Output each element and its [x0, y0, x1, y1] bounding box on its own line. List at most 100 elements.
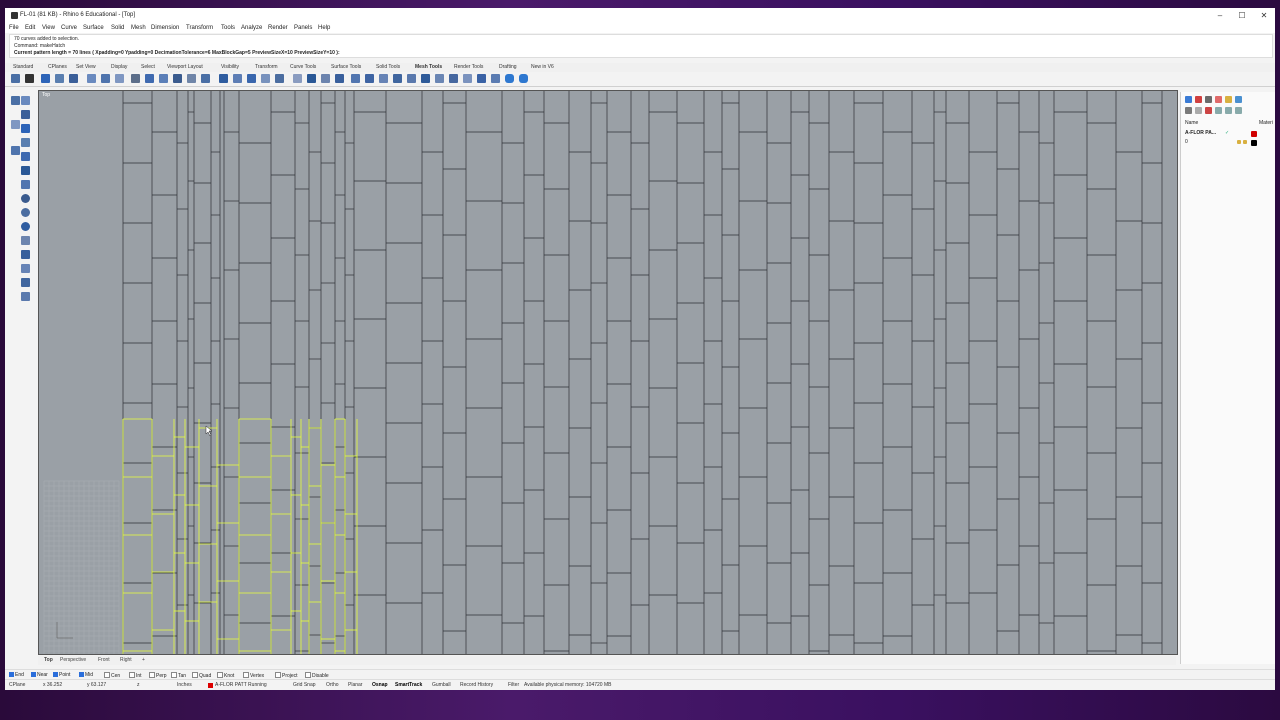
tab-viewport-layout[interactable]: Viewport Layout [167, 64, 203, 70]
light-icon[interactable] [307, 74, 316, 83]
viewport-tab-perspective[interactable]: Perspective [60, 657, 86, 663]
new-layer-icon[interactable] [1185, 107, 1192, 114]
tool-icon[interactable] [365, 74, 374, 83]
osnap-toggle[interactable]: Osnap [372, 682, 388, 688]
tab-drafting[interactable]: Drafting [499, 64, 517, 70]
menu-render[interactable]: Render [268, 25, 288, 31]
maximize-button[interactable]: ☐ [1236, 11, 1248, 21]
checkbox-icon[interactable] [9, 672, 14, 677]
dimension-icon[interactable] [21, 264, 30, 273]
torus-icon[interactable] [21, 222, 30, 231]
folder-icon[interactable] [1225, 96, 1232, 103]
move-up-icon[interactable] [1215, 107, 1222, 114]
gumball-toggle[interactable]: Gumball [432, 682, 451, 688]
menu-dimension[interactable]: Dimension [151, 25, 179, 31]
line-icon[interactable] [21, 96, 30, 105]
zoom-extents-icon[interactable] [187, 74, 196, 83]
current-layer-name[interactable]: A-FLOR PA... [1185, 130, 1216, 136]
default-layer-name[interactable]: 0 [1185, 139, 1188, 145]
viewport-tab-right[interactable]: Right [120, 657, 132, 663]
osnap-int[interactable]: Int [129, 672, 142, 679]
smarttrack-toggle[interactable]: SmartTrack [395, 682, 422, 688]
cylinder-icon[interactable] [21, 208, 30, 217]
curve-icon[interactable] [11, 146, 20, 155]
material-tab-icon[interactable] [1215, 96, 1222, 103]
checkbox-icon[interactable] [104, 672, 110, 678]
checkbox-icon[interactable] [53, 672, 58, 677]
menu-curve[interactable]: Curve [61, 25, 77, 31]
osnap-point[interactable]: Point [53, 672, 70, 678]
tool-icon[interactable] [407, 74, 416, 83]
osnap-near[interactable]: Near [31, 672, 48, 678]
menu-edit[interactable]: Edit [25, 25, 35, 31]
analyze-icon[interactable] [21, 292, 30, 301]
delete-layer-icon[interactable] [1205, 107, 1212, 114]
pointer-icon[interactable] [25, 74, 34, 83]
new-file-icon[interactable] [41, 74, 50, 83]
tab-transform[interactable]: Transform [255, 64, 278, 70]
library-icon[interactable] [1235, 96, 1242, 103]
current-layer-status[interactable]: A-FLOR PATT Running [215, 682, 267, 688]
checkbox-icon[interactable] [31, 672, 36, 677]
selected-hatch-curves[interactable] [122, 418, 358, 654]
properties-tab-icon[interactable] [1205, 96, 1212, 103]
checkbox-icon[interactable] [217, 672, 223, 678]
menu-tools[interactable]: Tools [221, 25, 235, 31]
copy-icon[interactable] [101, 74, 110, 83]
tool-icon[interactable] [519, 74, 528, 83]
osnap-project[interactable]: Project [275, 672, 298, 679]
osnap-perp[interactable]: Perp [149, 672, 167, 679]
osnap-quad[interactable]: Quad [192, 672, 211, 679]
checkbox-icon[interactable] [192, 672, 198, 678]
viewport-canvas[interactable] [39, 91, 1177, 654]
tab-visibility[interactable]: Visibility [221, 64, 239, 70]
record-history-toggle[interactable]: Record History [460, 682, 493, 688]
menu-view[interactable]: View [42, 25, 55, 31]
checkbox-icon[interactable] [275, 672, 281, 678]
check-icon[interactable] [11, 74, 20, 83]
tab-standard[interactable]: Standard [13, 64, 33, 70]
layer-color-swatch[interactable] [1251, 140, 1257, 146]
checkbox-icon[interactable] [149, 672, 155, 678]
viewport-tab-front[interactable]: Front [98, 657, 110, 663]
mesh-icon[interactable] [21, 236, 30, 245]
options-icon[interactable] [335, 74, 344, 83]
grid-icon[interactable] [261, 74, 270, 83]
menu-analyze[interactable]: Analyze [241, 25, 262, 31]
lightbulb-icon[interactable] [1237, 140, 1241, 144]
render-tab-icon[interactable] [1195, 96, 1202, 103]
open-file-icon[interactable] [55, 74, 64, 83]
menu-solid[interactable]: Solid [111, 25, 124, 31]
properties-icon[interactable] [233, 74, 242, 83]
filter-icon[interactable] [1235, 107, 1242, 114]
box-icon[interactable] [21, 166, 30, 175]
tool-icon[interactable] [505, 74, 514, 83]
osnap-disable[interactable]: Disable [305, 672, 329, 679]
sphere-icon[interactable] [21, 194, 30, 203]
tab-render-tools[interactable]: Render Tools [454, 64, 483, 70]
tool-icon[interactable] [491, 74, 500, 83]
move-down-icon[interactable] [1225, 107, 1232, 114]
tab-solid-tools[interactable]: Solid Tools [376, 64, 400, 70]
save-icon[interactable] [69, 74, 78, 83]
rotate-view-icon[interactable] [201, 74, 210, 83]
tab-cplanes[interactable]: CPlanes [48, 64, 67, 70]
layer-tab-icon[interactable] [1185, 96, 1192, 103]
arc-icon[interactable] [21, 138, 30, 147]
transform-icon[interactable] [21, 278, 30, 287]
pan-icon[interactable] [145, 74, 154, 83]
name-column-header[interactable]: Name [1185, 120, 1198, 126]
command-prompt[interactable]: Current pattern length = 70 lines ( Xpad… [14, 50, 340, 56]
osnap-end[interactable]: End [9, 672, 24, 678]
layer-color-swatch[interactable] [1251, 131, 1257, 137]
minimize-button[interactable]: – [1214, 11, 1226, 21]
ortho-toggle[interactable]: Ortho [326, 682, 339, 688]
grid-snap-toggle[interactable]: Grid Snap [293, 682, 316, 688]
tab-surface-tools[interactable]: Surface Tools [331, 64, 361, 70]
rectangle-icon[interactable] [11, 96, 20, 105]
osnap-tan[interactable]: Tan [171, 672, 186, 679]
cone-icon[interactable] [21, 180, 30, 189]
osnap-mid[interactable]: Mid [79, 672, 93, 678]
tool-icon[interactable] [477, 74, 486, 83]
layer-color-swatch[interactable] [208, 683, 213, 688]
